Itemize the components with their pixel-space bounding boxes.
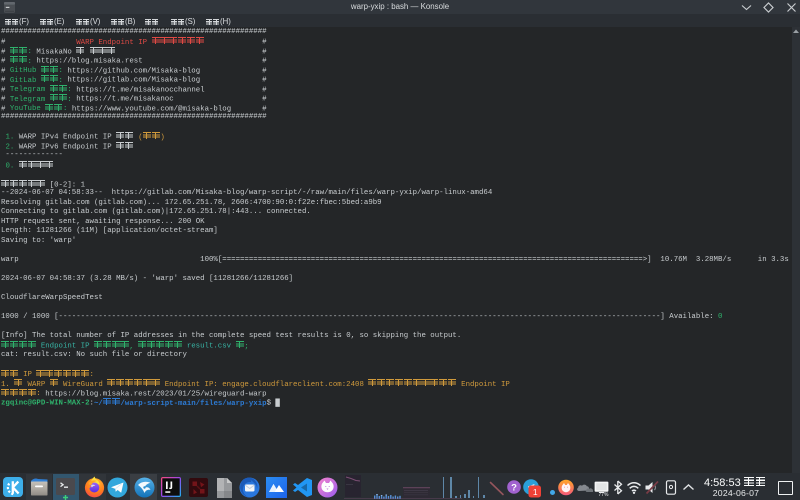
svg-text:1: 1: [533, 487, 538, 497]
svg-text:?: ?: [511, 482, 517, 493]
